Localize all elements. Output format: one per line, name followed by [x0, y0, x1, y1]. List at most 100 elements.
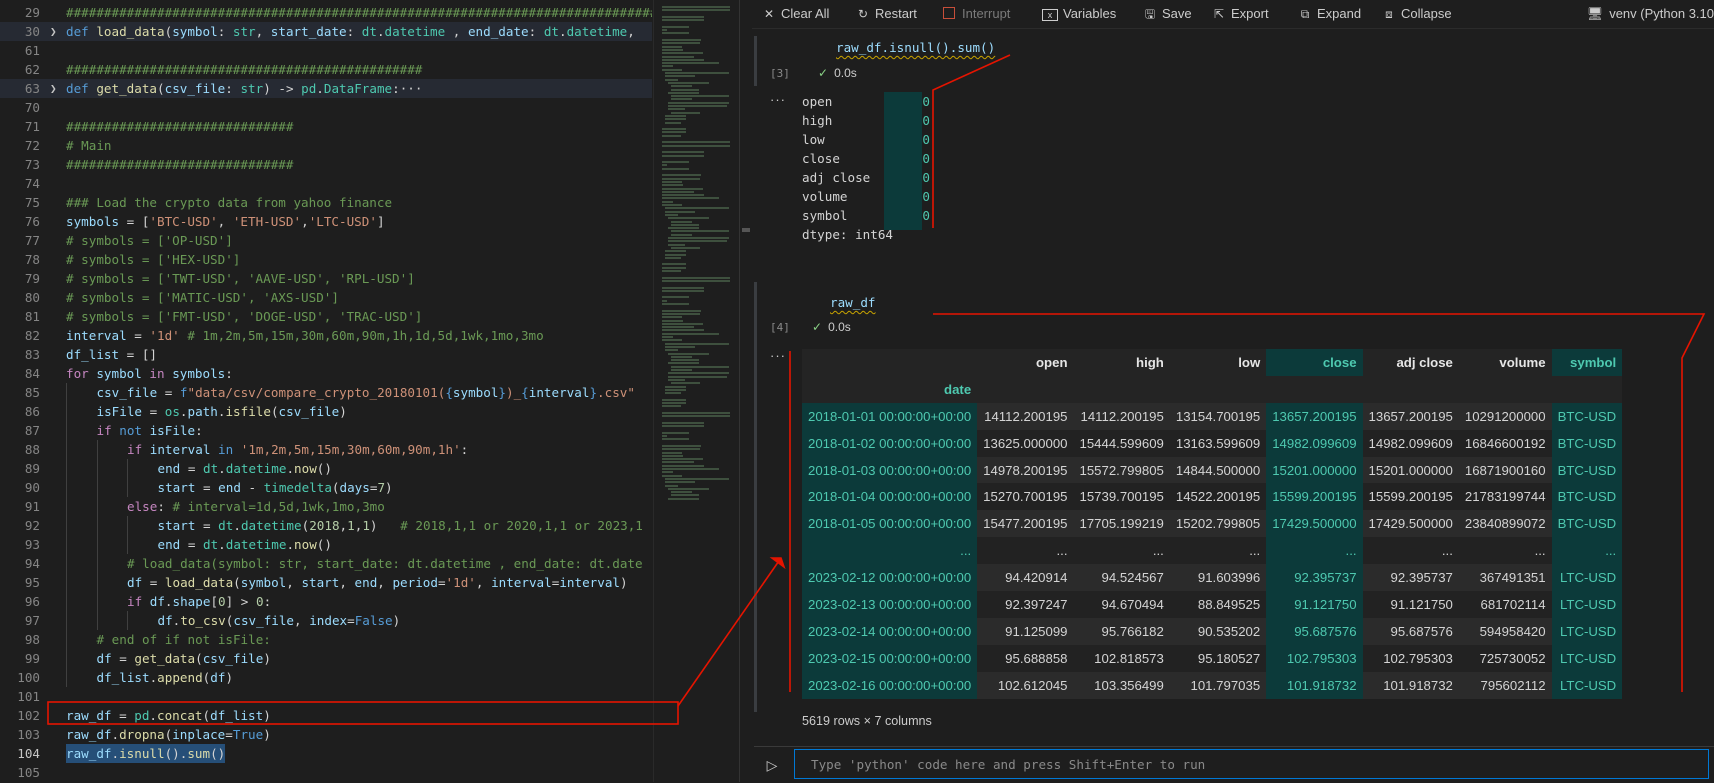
code-line[interactable]: 99 df = get_data(csv_file)	[0, 649, 652, 668]
code-line[interactable]: 29 ######################################…	[0, 3, 652, 22]
code-line[interactable]: 95 df = load_data(symbol, start, end, per…	[0, 573, 652, 592]
code-line[interactable]: 79 # symbols = ['TWT-USD', 'AAVE-USD', 'R…	[0, 269, 652, 288]
code-line[interactable]: 87 if not isFile:	[0, 421, 652, 440]
minimap-line	[662, 190, 695, 193]
code-line[interactable]: 96 if df.shape[0] > 0:	[0, 592, 652, 611]
minimap-line	[662, 134, 681, 137]
code-token: :	[225, 81, 241, 96]
minimap-line	[662, 319, 683, 322]
indent-guide	[66, 497, 67, 516]
code-line[interactable]: 76 symbols = ['BTC-USD', 'ETH-USD','LTC-U…	[0, 212, 652, 231]
code-text: raw_df.dropna(inplace=True)	[66, 725, 271, 744]
code-line[interactable]: 84 for symbol in symbols:	[0, 364, 652, 383]
code-token: = []	[119, 347, 157, 362]
indent-guide	[66, 516, 67, 535]
cell-4-code[interactable]: raw_df	[830, 295, 876, 310]
code-token: get_data	[96, 81, 158, 96]
code-line[interactable]: 73 ##############################	[0, 155, 652, 174]
code-line[interactable]: 100 df_list.append(df)	[0, 668, 652, 687]
code-line[interactable]: 78 # symbols = ['HEX-USD']	[0, 250, 652, 269]
code-editor[interactable]: 29 ######################################…	[0, 0, 652, 782]
cell-3-code[interactable]: raw_df.isnull().sum()	[836, 40, 996, 55]
code-line[interactable]: 61	[0, 41, 652, 60]
code-line[interactable]: 86 isFile = os.path.isfile(csv_file)	[0, 402, 652, 421]
code-line[interactable]: 104 raw_df.isnull().sum()	[0, 744, 652, 763]
code-token: csv_file	[96, 385, 158, 400]
indent-guide	[96, 459, 98, 478]
code-line[interactable]: 77 # symbols = ['OP-USD']	[0, 231, 652, 250]
minimap[interactable]	[653, 0, 740, 782]
code-line[interactable]: 101	[0, 687, 652, 706]
code-line[interactable]: 81 # symbols = ['FMT-USD', 'DOGE-USD', 'T…	[0, 307, 652, 326]
code-line[interactable]: 94 # load_data(symbol: str, start_date: d…	[0, 554, 652, 573]
code-line[interactable]: 82 interval = '1d' # 1m,2m,5m,15m,30m,60m…	[0, 326, 652, 345]
fold-chevron-icon[interactable]: ❯	[50, 22, 57, 41]
variables-button[interactable]: x Variables	[1042, 0, 1116, 28]
export-button[interactable]: ⇱ Export	[1212, 0, 1269, 28]
code-line[interactable]: 102 raw_df = pd.concat(df_list)	[0, 706, 652, 725]
code-text: else: # interval=1d,5d,1wk,1mo,3mo	[127, 497, 385, 516]
code-line[interactable]: 30 ❯ def load_data(symbol: str, start_date…	[0, 22, 652, 41]
code-line[interactable]: 62 ######################################…	[0, 60, 652, 79]
cell-3-output-menu[interactable]: ···	[770, 92, 786, 107]
code-token: (	[202, 708, 211, 723]
fold-chevron-icon[interactable]: ❯	[50, 79, 57, 98]
table-cell: 17705.199219	[1073, 510, 1170, 538]
collapse-icon: ⧈	[1385, 7, 1393, 21]
code-line[interactable]: 91 else: # interval=1d,5d,1wk,1mo,3mo	[0, 497, 652, 516]
minimap-line	[668, 105, 728, 107]
code-line[interactable]: 93 end = dt.datetime.now()	[0, 535, 652, 554]
code-token: =	[142, 575, 165, 590]
code-line[interactable]: 80 # symbols = ['MATIC-USD', 'AXS-USD']	[0, 288, 652, 307]
variables-label: Variables	[1063, 6, 1117, 21]
column-header: low	[1169, 349, 1267, 376]
interrupt-button[interactable]: Interrupt	[943, 0, 1010, 28]
expand-button[interactable]: ⧉ Expand	[1298, 0, 1361, 28]
minimap-line	[662, 141, 730, 144]
clear-all-button[interactable]: ✕ Clear All	[762, 0, 829, 28]
code-token: .	[149, 708, 158, 723]
minimap-line	[662, 45, 682, 48]
code-line[interactable]: 92 start = dt.datetime(2018,1,1) # 2018,1…	[0, 516, 652, 535]
code-line[interactable]: 83 df_list = []	[0, 345, 652, 364]
code-input[interactable]	[794, 749, 1709, 779]
minimap-line	[662, 299, 668, 302]
code-line[interactable]: 71 ##############################	[0, 117, 652, 136]
code-line[interactable]: 70	[0, 98, 652, 117]
cell-3-bar[interactable]	[754, 36, 757, 86]
line-number: 103	[17, 727, 40, 742]
editor-scrollbar[interactable]	[739, 0, 752, 782]
column-header: adj close	[1362, 349, 1459, 376]
code-token: datetime	[566, 24, 628, 39]
code-line[interactable]: 85 csv_file = f"data/csv/compare_crypto_2…	[0, 383, 652, 402]
line-number: 70	[24, 100, 40, 115]
code-line[interactable]: 75 ### Load the crypto data from yahoo fi…	[0, 193, 652, 212]
export-icon: ⇱	[1213, 7, 1225, 21]
code-line[interactable]: 90 start = end - timedelta(days=7)	[0, 478, 652, 497]
minimap-line	[665, 385, 686, 388]
restart-button[interactable]: ↻ Restart	[856, 0, 917, 28]
minimap-line	[668, 101, 730, 104]
code-line[interactable]: 97 df.to_csv(csv_file, index=False)	[0, 611, 652, 630]
code-line[interactable]: 105	[0, 763, 652, 782]
code-token: =	[180, 537, 203, 552]
code-line[interactable]: 98 # end of if not isFile:	[0, 630, 652, 649]
collapse-button[interactable]: ⧈ Collapse	[1382, 0, 1451, 28]
scrollbar-thumb[interactable]	[742, 228, 750, 232]
code-line[interactable]: 103 raw_df.dropna(inplace=True)	[0, 725, 652, 744]
kernel-picker[interactable]: 🖥 venv (Python 3.10	[1587, 0, 1714, 28]
minimap-line	[662, 451, 682, 454]
table-cell: 15739.700195	[1073, 483, 1170, 511]
minimap-line	[662, 58, 705, 61]
code-line[interactable]: 63 ❯ def get_data(csv_file: str) -> pd.Dat…	[0, 79, 652, 98]
code-line[interactable]: 74	[0, 174, 652, 193]
code-line[interactable]: 88 if interval in '1m,2m,5m,15m,30m,60m,9…	[0, 440, 652, 459]
code-line[interactable]: 89 end = dt.datetime.now()	[0, 459, 652, 478]
cell-4-output-menu[interactable]: ···	[770, 348, 786, 363]
table-cell: 14112.200195	[1073, 402, 1170, 430]
code-line[interactable]: 72 # Main	[0, 136, 652, 155]
series-key: open	[802, 94, 833, 109]
save-button[interactable]: 🖫 Save	[1143, 0, 1192, 28]
run-icon[interactable]: ▷	[762, 755, 782, 775]
cell-4-bar[interactable]	[754, 282, 757, 712]
